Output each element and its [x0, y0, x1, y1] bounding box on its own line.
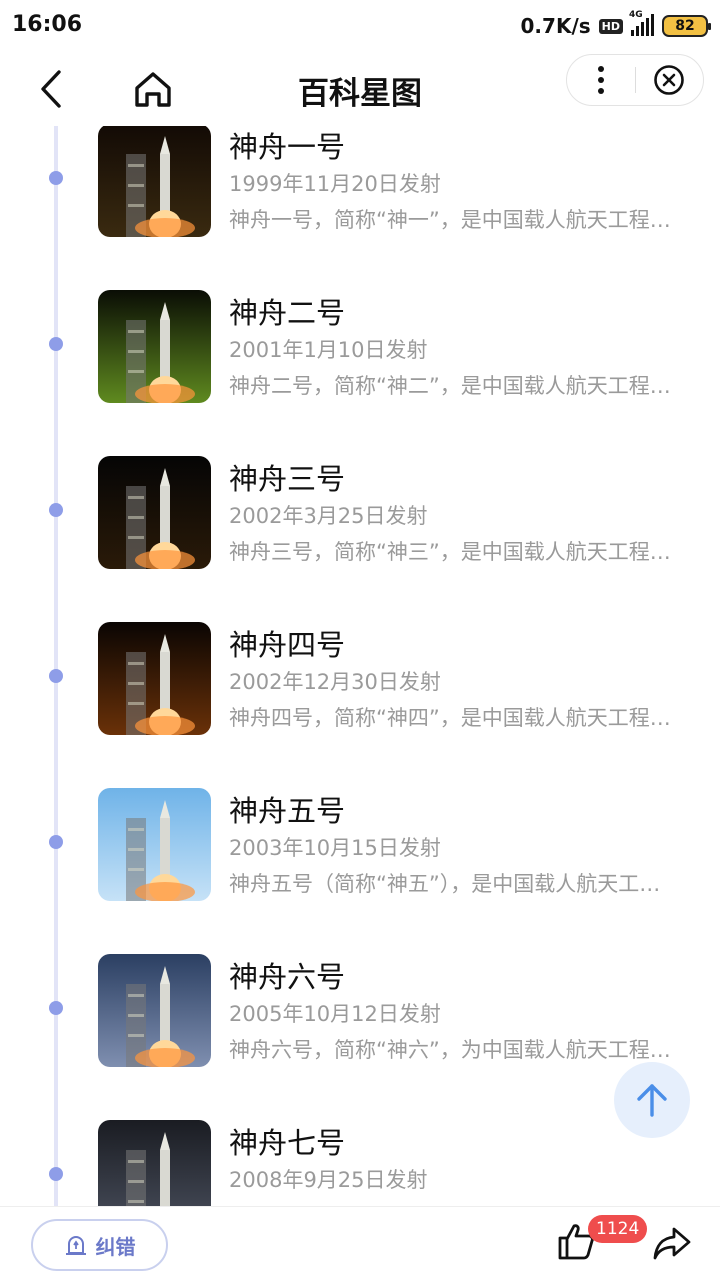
more-icon — [597, 66, 604, 94]
timeline-item[interactable]: 神舟三号 2002年3月25日发射神舟三号，简称“神三”，是中国载人航天工程的第三… — [0, 442, 720, 592]
item-launch-date: 1999年11月20日发射 — [229, 172, 441, 196]
header: 百科星图 — [0, 52, 720, 126]
timeline-item[interactable]: 神舟六号 2005年10月12日发射神舟六号，简称“神六”，为中国载人航天工程发射… — [0, 940, 720, 1090]
spacecraft-thumbnail — [98, 290, 211, 403]
item-description: 神舟一号，简称“神一”，是中国载人航天工程的第一艘试验飞船 — [229, 208, 679, 232]
bottom-bar: 纠错 1124 — [0, 1206, 720, 1280]
timeline-list[interactable]: 神舟一号 1999年11月20日发射神舟一号，简称“神一”，是中国载人航天工程的第… — [0, 126, 720, 1206]
status-bar: 16:06 0.7K/s HD 4G 82 — [0, 0, 720, 52]
item-title: 神舟四号 — [229, 628, 346, 662]
spacecraft-thumbnail — [98, 456, 211, 569]
item-launch-date: 2002年12月30日发射 — [229, 670, 441, 694]
rocket-image — [126, 1132, 170, 1206]
timeline-dot — [49, 669, 63, 683]
timeline-dot — [49, 1167, 63, 1181]
mini-program-capsule — [566, 54, 704, 106]
item-title: 神舟二号 — [229, 296, 346, 330]
arrow-up-icon — [637, 1084, 667, 1117]
rocket-image — [126, 468, 195, 569]
item-description: 神舟五号（简称“神五”），是中国载人航天工程发射的第五艘飞船 — [229, 872, 679, 896]
close-button[interactable] — [636, 55, 704, 105]
rocket-image — [126, 966, 195, 1067]
spacecraft-thumbnail — [98, 788, 211, 901]
timeline-item[interactable]: 神舟二号 2001年1月10日发射神舟二号，简称“神二”，是中国载人航天工程的第二… — [0, 276, 720, 426]
item-title: 神舟七号 — [229, 1126, 346, 1160]
timeline-dot — [49, 1001, 63, 1015]
item-launch-date: 2005年10月12日发射 — [229, 1002, 441, 1026]
item-title: 神舟五号 — [229, 794, 346, 828]
item-launch-date: 2003年10月15日发射 — [229, 836, 441, 860]
timeline-dot — [49, 171, 63, 185]
more-button[interactable] — [567, 55, 635, 105]
share-button[interactable] — [652, 1223, 694, 1265]
timeline-dot — [49, 835, 63, 849]
item-launch-date: 2002年3月25日发射 — [229, 504, 428, 528]
timeline-item[interactable]: 神舟一号 1999年11月20日发射神舟一号，简称“神一”，是中国载人航天工程的第… — [0, 126, 720, 260]
timeline-item[interactable]: 神舟七号 2008年9月25日发射 — [0, 1106, 720, 1206]
spacecraft-thumbnail — [98, 1120, 211, 1206]
rocket-image — [126, 634, 195, 735]
battery-icon: 82 — [662, 15, 711, 37]
signal-icon: 4G — [629, 10, 654, 36]
report-icon — [65, 1236, 86, 1255]
rocket-image — [126, 800, 195, 901]
like-count-badge: 1124 — [588, 1215, 648, 1243]
hd-badge: HD — [598, 18, 623, 34]
report-error-label: 纠错 — [95, 1234, 136, 1259]
network-type: 4G — [629, 10, 643, 20]
item-title: 神舟一号 — [229, 130, 346, 164]
timeline-item[interactable]: 神舟四号 2002年12月30日发射神舟四号，简称“神四”，是中国载人航天工程的第… — [0, 608, 720, 758]
spacecraft-thumbnail — [98, 954, 211, 1067]
share-icon — [653, 1227, 691, 1260]
item-description: 神舟六号，简称“神六”，为中国载人航天工程发射的第六艘飞船 — [229, 1038, 679, 1062]
status-right: 0.7K/s HD 4G 82 — [520, 10, 711, 40]
spacecraft-thumbnail — [98, 126, 211, 237]
close-circle-icon — [654, 65, 685, 95]
rocket-image — [126, 136, 195, 237]
timeline-item[interactable]: 神舟五号 2003年10月15日发射神舟五号（简称“神五”），是中国载人航天工程发… — [0, 774, 720, 924]
item-title: 神舟三号 — [229, 462, 346, 496]
timeline-dot — [49, 503, 63, 517]
network-speed: 0.7K/s — [520, 14, 591, 38]
status-time: 16:06 — [12, 12, 83, 37]
item-description: 神舟三号，简称“神三”，是中国载人航天工程的第三艘无人试验飞船 — [229, 540, 679, 564]
item-launch-date: 2001年1月10日发射 — [229, 338, 428, 362]
item-title: 神舟六号 — [229, 960, 346, 994]
item-description: 神舟二号，简称“神二”，是中国载人航天工程的第二艘无人试验飞船 — [229, 374, 679, 398]
item-description: 神舟四号，简称“神四”，是中国载人航天工程的第四艘无人试验飞船 — [229, 706, 679, 730]
item-launch-date: 2008年9月25日发射 — [229, 1168, 428, 1192]
rocket-image — [126, 302, 195, 403]
scroll-to-top-button[interactable] — [614, 1062, 690, 1138]
spacecraft-thumbnail — [98, 622, 211, 735]
report-error-button[interactable]: 纠错 — [31, 1219, 168, 1271]
timeline-dot — [49, 337, 63, 351]
